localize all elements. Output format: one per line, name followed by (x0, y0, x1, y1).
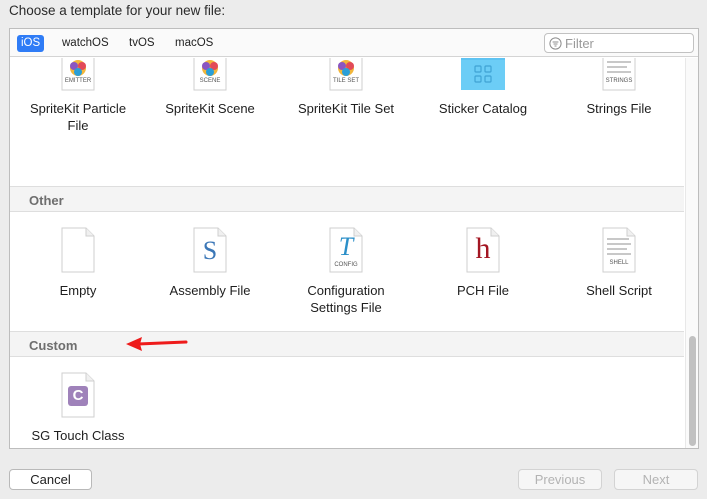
template-pch-file[interactable]: h PCH File (415, 226, 551, 299)
template-label: Sticker Catalog (438, 101, 528, 116)
section-header-other: Other (10, 186, 684, 212)
template-spritekit-scene[interactable]: SCENE SpriteKit Scene (142, 58, 278, 117)
template-list: EMITTER SpriteKit Particle File SCENE Sp… (10, 58, 684, 448)
config-file-icon: T CONFIG (326, 226, 366, 274)
config-badge: CONFIG (334, 262, 358, 268)
template-empty[interactable]: Empty (10, 226, 146, 299)
template-label: Empty (59, 283, 97, 298)
config-glyph: T (338, 232, 354, 261)
template-strings-file[interactable]: STRINGS Strings File (551, 58, 684, 117)
template-label: Strings File (586, 101, 652, 116)
template-shell-script[interactable]: SHELL Shell Script (551, 226, 684, 299)
section-title: Other (29, 193, 64, 208)
tab-watchos[interactable]: watchOS (58, 35, 113, 52)
tileset-badge: TILE SET (332, 78, 359, 84)
template-label: SG Touch Class (31, 428, 125, 443)
template-sticker-catalog[interactable]: Sticker Catalog (415, 58, 551, 117)
template-label: Assembly File (169, 283, 251, 298)
pch-glyph: h (475, 232, 491, 265)
template-assembly-file[interactable]: S Assembly File (142, 226, 278, 299)
red-arrow-annotation-icon (126, 337, 188, 351)
section-title: Custom (29, 338, 78, 353)
template-label: Configuration Settings File (307, 283, 385, 315)
shell-badge: SHELL (609, 260, 629, 266)
template-configuration-settings-file[interactable]: T CONFIG Configuration Settings File (278, 226, 414, 316)
emitter-badge: EMITTER (64, 78, 92, 84)
spritekit-tileset-icon: TILE SET (326, 58, 366, 92)
spritekit-emitter-icon: EMITTER (58, 58, 98, 92)
template-sg-touch-class[interactable]: C SG Touch Class (10, 371, 146, 444)
section-header-custom: Custom (10, 331, 684, 357)
spritekit-scene-icon: SCENE (190, 58, 230, 92)
template-spritekit-tile-set[interactable]: TILE SET SpriteKit Tile Set (278, 58, 414, 117)
strings-badge: STRINGS (605, 78, 633, 84)
cancel-button[interactable]: Cancel (9, 469, 92, 490)
template-label: SpriteKit Scene (165, 101, 255, 116)
strings-file-icon: STRINGS (599, 58, 639, 92)
tab-tvos[interactable]: tvOS (125, 35, 159, 52)
tab-ios[interactable]: iOS (17, 35, 45, 52)
template-label: PCH File (456, 283, 509, 298)
template-label: Shell Script (586, 283, 652, 298)
previous-button[interactable]: Previous (518, 469, 602, 490)
next-button[interactable]: Next (614, 469, 698, 490)
vertical-scrollbar[interactable] (685, 58, 698, 448)
scrollbar-thumb[interactable] (689, 336, 696, 446)
empty-file-icon (58, 226, 98, 274)
custom-class-glyph: C (72, 387, 84, 404)
assembly-glyph: S (202, 236, 218, 265)
template-label: SpriteKit Tile Set (297, 101, 395, 116)
shell-script-icon: SHELL (599, 226, 639, 274)
platform-tab-bar: iOS watchOS tvOS macOS (10, 29, 698, 57)
scene-badge: SCENE (199, 78, 221, 84)
c-class-file-icon: C (58, 371, 98, 419)
assembly-file-icon: S (190, 226, 230, 274)
filter-icon (549, 37, 562, 50)
filter-field[interactable] (544, 33, 694, 53)
pch-file-icon: h (463, 226, 503, 274)
template-spritekit-particle-file[interactable]: EMITTER SpriteKit Particle File (10, 58, 146, 134)
template-panel: iOS watchOS tvOS macOS Filter EMITTER Sp… (9, 28, 699, 449)
template-label: SpriteKit Particle File (29, 101, 127, 133)
folder-icon (459, 58, 507, 92)
filter-input[interactable] (565, 35, 691, 51)
dialog-title: Choose a template for your new file: (9, 3, 226, 18)
tab-macos[interactable]: macOS (171, 35, 217, 52)
